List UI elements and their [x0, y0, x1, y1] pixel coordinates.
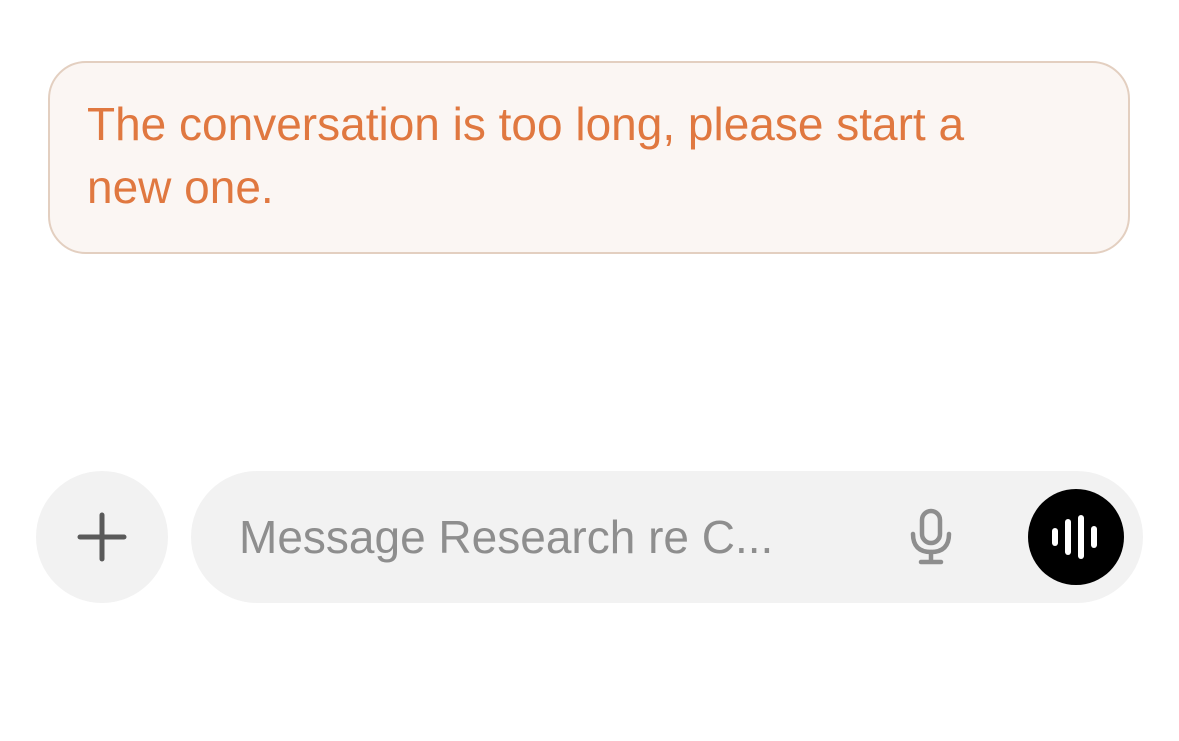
voice-mode-button[interactable] [1028, 489, 1124, 585]
message-input[interactable] [239, 503, 839, 571]
notice-message: The conversation is too long, please sta… [87, 98, 965, 213]
waveform-icon [1050, 515, 1102, 559]
conversation-limit-notice: The conversation is too long, please sta… [48, 61, 1130, 254]
microphone-icon [907, 508, 955, 566]
add-attachment-button[interactable] [36, 471, 168, 603]
dictation-button[interactable] [896, 503, 966, 571]
message-composer [191, 471, 1143, 603]
plus-icon [76, 511, 128, 563]
